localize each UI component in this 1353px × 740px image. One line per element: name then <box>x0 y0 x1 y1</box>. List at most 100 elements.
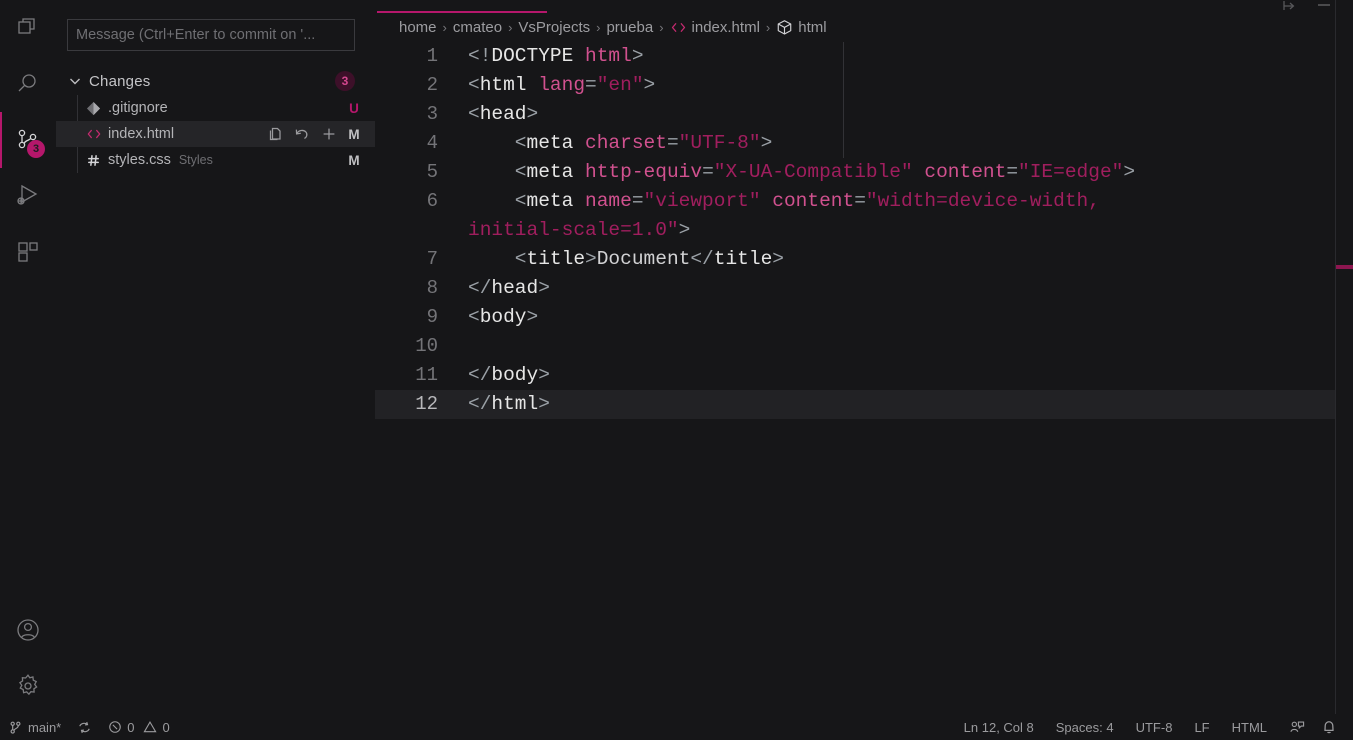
breadcrumb-item-prueba[interactable]: prueba <box>606 19 653 36</box>
status-bar-warning-count: 0 <box>162 719 170 735</box>
split-editor-icon[interactable] <box>1281 0 1299 14</box>
code-token: > <box>538 393 550 415</box>
line-number: 7 <box>426 248 438 270</box>
status-bar-branch[interactable]: main* <box>0 714 69 740</box>
open-file-icon[interactable] <box>267 126 283 142</box>
line-text: <meta charset="UTF-8"> <box>468 129 772 158</box>
status-bar-language-mode[interactable]: HTML <box>1224 714 1275 740</box>
line-number: 2 <box>426 74 438 96</box>
code-editor-content[interactable]: 1 <!DOCTYPE html> 2 <html lang="en"> 3 <head>… <box>375 42 1335 714</box>
activity-bar-item-accounts[interactable] <box>0 602 56 658</box>
breadcrumb-item-cmateo[interactable]: cmateo <box>453 19 502 36</box>
overview-cursor-marker <box>1336 265 1353 269</box>
status-bar-branch-label: main* <box>28 719 62 735</box>
code-line[interactable]: 10 <box>375 332 1335 361</box>
discard-changes-icon[interactable] <box>294 126 310 142</box>
run-debug-icon <box>15 183 41 209</box>
files-icon <box>16 16 40 40</box>
breadcrumb-item-vsprojects[interactable]: VsProjects <box>518 19 590 36</box>
code-token: </ <box>690 248 714 270</box>
code-line[interactable]: 5 <meta http-equiv="X-UA-Compatible" con… <box>375 158 1335 187</box>
activity-bar-item-explorer[interactable] <box>0 0 56 56</box>
status-bar-sync[interactable] <box>69 714 100 740</box>
scm-resource-row-styles-css[interactable]: styles.css Styles M <box>56 147 375 173</box>
status-bar-indentation[interactable]: Spaces: 4 <box>1048 714 1122 740</box>
stage-changes-icon[interactable] <box>321 126 337 142</box>
code-line[interactable]: 12 </html> <box>375 390 1335 419</box>
code-token: > <box>1123 161 1136 183</box>
more-actions-icon[interactable] <box>1315 0 1333 14</box>
code-token: lang <box>538 74 586 96</box>
css-file-icon <box>86 153 104 168</box>
line-text: <body> <box>468 303 538 332</box>
code-token: > <box>631 45 644 67</box>
scm-resource-status: M <box>348 152 360 168</box>
source-control-sidebar: Changes 3 .gitignore U <box>56 0 375 714</box>
line-number: 9 <box>426 306 438 328</box>
cube-symbol-icon <box>776 19 793 36</box>
breadcrumb-item-home[interactable]: home <box>399 19 437 36</box>
activity-bar-item-run-and-debug[interactable] <box>0 168 56 224</box>
line-text: <html lang="en"> <box>468 71 655 100</box>
error-icon <box>108 720 122 734</box>
breadcrumb-item-index-html[interactable]: index.html <box>692 19 760 36</box>
status-bar-notifications[interactable] <box>1313 714 1345 740</box>
code-token: meta <box>526 190 574 212</box>
code-token: "viewport" <box>643 190 761 212</box>
status-bar-eol[interactable]: LF <box>1186 714 1217 740</box>
scm-row-actions <box>267 126 337 142</box>
code-token: body <box>491 364 539 386</box>
scm-resource-status: U <box>349 100 359 116</box>
encoding-label: UTF-8 <box>1135 719 1173 735</box>
code-token: name <box>585 190 632 212</box>
commit-message-input[interactable] <box>67 19 355 51</box>
code-token: = <box>702 161 714 183</box>
code-token: html <box>491 393 539 415</box>
code-line[interactable]: 9 <body> <box>375 303 1335 332</box>
line-number: 11 <box>415 364 438 386</box>
breadcrumb-separator: › <box>508 19 513 35</box>
code-token: head <box>479 103 527 125</box>
code-token: </ <box>468 277 492 299</box>
activity-bar-item-source-control[interactable]: 3 <box>0 112 56 168</box>
breadcrumb-separator: › <box>596 19 601 35</box>
status-bar-error-count: 0 <box>127 719 135 735</box>
line-text: </html> <box>468 390 550 419</box>
line-number: 1 <box>426 45 438 67</box>
code-line[interactable]: 7 <title>Document</title> <box>375 245 1335 274</box>
code-token: title <box>713 248 773 270</box>
code-token: > <box>538 364 550 386</box>
code-line[interactable]: 4 <meta charset="UTF-8"> <box>375 129 1335 158</box>
activity-bar-item-manage-settings[interactable] <box>0 658 56 714</box>
cursor-position-label: Ln 12, Col 8 <box>963 719 1034 735</box>
activity-bar-item-search[interactable] <box>0 56 56 112</box>
code-token: "X-UA-Compatible" <box>713 161 913 183</box>
line-number: 6 <box>426 190 438 212</box>
status-bar-encoding[interactable]: UTF-8 <box>1128 714 1181 740</box>
code-line[interactable]: 1 <!DOCTYPE html> <box>375 42 1335 71</box>
scm-resource-row-gitignore[interactable]: .gitignore U <box>56 95 375 121</box>
code-line[interactable]: 6 <meta name="viewport" content="width=d… <box>375 187 1335 245</box>
status-bar-problems[interactable]: 0 0 <box>100 714 177 740</box>
editor-overview-ruler[interactable] <box>1335 0 1353 714</box>
line-number: 10 <box>415 335 438 357</box>
code-line[interactable]: 11 </body> <box>375 361 1335 390</box>
code-token: > <box>678 219 691 241</box>
code-line[interactable]: 2 <html lang="en"> <box>375 71 1335 100</box>
code-token: = <box>666 132 679 154</box>
code-token: = <box>854 190 866 212</box>
code-line[interactable]: 8 </head> <box>375 274 1335 303</box>
code-line[interactable]: 3 <head> <box>375 100 1335 129</box>
code-token: < <box>468 161 527 183</box>
code-token: "IE=edge" <box>1018 161 1124 183</box>
breadcrumb-item-html-symbol[interactable]: html <box>798 19 826 36</box>
scm-resource-row-index-html[interactable]: index.html M <box>56 121 375 147</box>
activity-bar-item-extensions[interactable] <box>0 224 56 280</box>
scm-resource-status: M <box>348 126 360 142</box>
status-bar-cursor-position[interactable]: Ln 12, Col 8 <box>956 714 1042 740</box>
chevron-down-icon <box>67 73 83 89</box>
changes-group-header[interactable]: Changes 3 <box>56 69 375 93</box>
status-bar-feedback[interactable] <box>1281 714 1313 740</box>
